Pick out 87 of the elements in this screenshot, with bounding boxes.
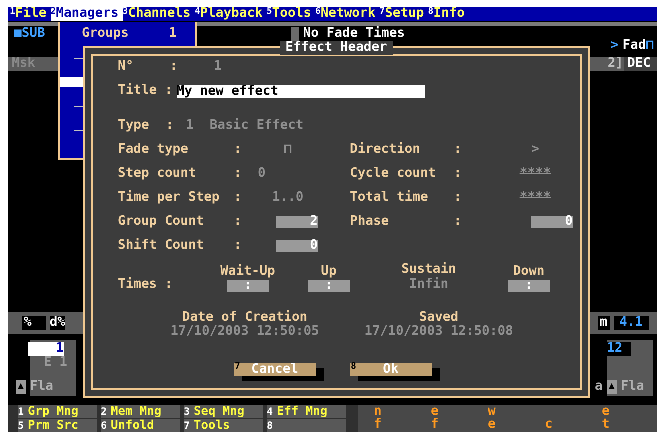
level-value: 4.1 [614, 316, 649, 330]
field-label: : [454, 191, 463, 205]
key-letter: t [602, 418, 611, 431]
time-value: Infin [409, 278, 449, 292]
title-field[interactable]: My new effect [176, 84, 425, 98]
function-key[interactable]: 4 Eff Mng [267, 405, 346, 418]
field-label: Group Count [118, 215, 206, 229]
key-letter: c [545, 418, 554, 431]
column-heading: Wait-Up [220, 265, 276, 279]
field-value: 1 [214, 60, 222, 74]
date-value: 17/10/2003 12:50:08 [364, 325, 514, 339]
menu-item[interactable]: $^{8}$Info [428, 7, 469, 21]
field-label: : [454, 143, 463, 157]
field-label: : [234, 167, 243, 181]
field-label: Total time [350, 191, 430, 205]
function-key[interactable]: 8 [267, 418, 346, 432]
key-letter: w [488, 405, 497, 418]
level-label: % [22, 316, 46, 330]
field-label: N° [118, 60, 135, 74]
key-letter: e [602, 405, 611, 418]
date-heading: Saved [419, 311, 459, 325]
field-label: : [234, 239, 243, 253]
field-label: Fade type [118, 143, 190, 157]
menu-item[interactable]: $^{4}$Playback [194, 7, 267, 21]
field-label: : [234, 191, 243, 205]
cell-lead: a [595, 380, 603, 394]
field-label: Phase [350, 215, 390, 229]
field-label: Step count [118, 167, 198, 181]
field-label: : [454, 167, 463, 181]
key-letter: f [431, 418, 440, 431]
field-label: Direction [350, 143, 422, 157]
key-letter: e [488, 418, 497, 431]
key-letter: f [374, 418, 383, 431]
field-label: Title : [118, 84, 173, 98]
menu-item[interactable]: $^{5}$Tools [266, 7, 316, 21]
field-label: Time per Step [118, 191, 221, 205]
date-value: 17/10/2003 12:50:05 [170, 325, 320, 339]
field-label: : [234, 215, 243, 229]
field-label: Shift Count [118, 239, 206, 253]
fade-label: Fad⊓ [622, 39, 654, 53]
field-value: ⊓ [284, 143, 292, 157]
dialog-title: Effect Header [280, 41, 394, 55]
field-label: : [234, 143, 243, 157]
field-label: Type [118, 119, 150, 133]
channel-index: 2] [608, 57, 624, 71]
field-label: Times : [118, 278, 174, 292]
field-value: > [532, 143, 540, 157]
cell-footer: Fla [620, 380, 644, 394]
field-label: : [166, 119, 175, 133]
type-number: 1 [186, 119, 194, 133]
field-label: Cycle count [350, 167, 438, 181]
field-value: 1..0 [272, 191, 304, 205]
field-label: : [454, 215, 463, 229]
function-key[interactable]: 7 Tools [184, 418, 263, 432]
cell-footer: Fla [30, 380, 54, 394]
cell-name: E 1 [44, 356, 68, 370]
sub-label: ■SUB [14, 26, 46, 40]
arrow-label: > [610, 39, 619, 53]
menu-entry[interactable]: Groups 1 [60, 27, 195, 41]
field-value: 0 [258, 167, 266, 181]
flag-icon: ▲ [16, 380, 26, 394]
dialog-button[interactable]: $^{7}$ Cancel [234, 363, 316, 376]
dec-label: DEC [624, 57, 657, 71]
flag-icon: ▲ [606, 380, 617, 394]
menu-item[interactable]: $^{6}$Network [315, 7, 380, 21]
function-key[interactable]: 5 Prm Src [18, 418, 97, 432]
key-letter: n [374, 405, 383, 418]
level-label: m [598, 316, 610, 330]
function-key[interactable]: 6 Unfold [101, 418, 180, 432]
function-key[interactable]: 3 Seq Mng [184, 405, 263, 418]
menu-item[interactable]: $^{3}$Channels [122, 7, 195, 21]
function-key[interactable]: 2 Mem Mng [101, 405, 180, 418]
key-letter: e [431, 405, 440, 418]
field-value: **** [520, 167, 552, 181]
column-heading: Up [321, 265, 337, 279]
type-value: Basic Effect [210, 119, 304, 133]
cell-number: 1 [28, 342, 64, 356]
field-value: **** [520, 191, 552, 205]
level-label: d% [50, 316, 66, 330]
field-label: : [170, 60, 179, 74]
menu-item[interactable]: $^{2}$Managers [50, 7, 123, 21]
date-heading: Date of Creation [182, 311, 308, 325]
cell-number: 12 [607, 342, 631, 356]
column-heading: Sustain [402, 263, 456, 277]
function-key[interactable]: 1 Grp Mng [18, 405, 97, 418]
menu-item[interactable]: $^{7}$Setup [380, 7, 428, 21]
column-heading: Down [513, 265, 545, 279]
